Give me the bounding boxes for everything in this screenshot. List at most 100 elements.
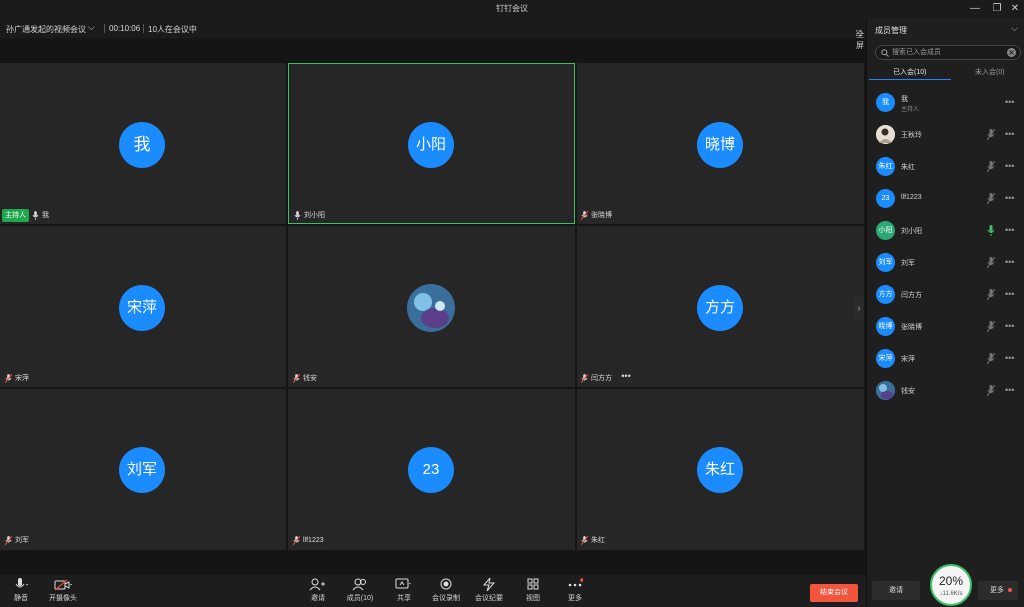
member-name: 王秋玲 (901, 132, 922, 139)
member-more-button[interactable]: ••• (1005, 353, 1014, 363)
view-label: 视图 (526, 595, 540, 602)
video-tile[interactable]: 我 主持人 我 (0, 63, 286, 224)
tile-more-button[interactable]: ••• (619, 372, 633, 385)
mic-icon (15, 578, 28, 588)
participant-name: 钱安 (303, 375, 317, 382)
meeting-title[interactable]: 孙广通发起的视频会议 (6, 24, 86, 35)
name-tag: 刘军 (2, 534, 32, 547)
search-input[interactable] (892, 47, 1004, 58)
network-status: 20% ↓11.6K/s (930, 564, 972, 606)
member-more-button[interactable]: ••• (1005, 129, 1014, 139)
members-label: 成员(10) (346, 595, 374, 602)
mic-muted-icon (987, 289, 995, 300)
chevron-down-icon[interactable]: ⌵ (88, 22, 95, 33)
video-tile[interactable]: 晓博 张晓博 (577, 63, 864, 224)
avatar: 晓博 (697, 122, 743, 168)
member-more-button[interactable]: ••• (1005, 289, 1014, 299)
network-percent: 20% (938, 574, 964, 588)
participant-name: 朱红 (591, 537, 605, 544)
member-more-button[interactable]: ••• (1005, 225, 1014, 235)
name-tag: 钱安 (290, 372, 320, 385)
member-row[interactable]: 钱安 ••• (867, 376, 1024, 406)
avatar-photo (407, 284, 455, 332)
avatar: 方方 (697, 285, 743, 331)
more-icon (568, 578, 583, 587)
video-tile[interactable]: 23 llf1223 (288, 389, 575, 550)
more-button[interactable]: 更多 (565, 578, 585, 603)
member-row[interactable]: 王秋玲 ••• (867, 120, 1024, 150)
record-button[interactable]: 会议录制 (432, 578, 460, 603)
member-row[interactable]: 宋萍 宋萍 ••• (867, 344, 1024, 374)
chevron-right-icon[interactable]: › (854, 296, 864, 320)
camera-button[interactable]: 开摄像头 (48, 578, 78, 603)
avatar: 23 (876, 189, 895, 208)
member-more-button[interactable]: ••• (1005, 321, 1014, 331)
avatar: 宋萍 (119, 285, 165, 331)
name-tag: 张晓博 (578, 209, 615, 222)
tab-joined[interactable]: 已入会(10) (893, 67, 926, 77)
member-more-button[interactable]: ••• (1005, 97, 1014, 107)
share-button[interactable]: 共享 (394, 578, 414, 603)
camera-off-icon (54, 579, 72, 591)
chevron-down-icon[interactable]: ⌵ (1011, 23, 1018, 34)
panel-more-button[interactable]: 更多 (978, 581, 1018, 600)
minimize-icon[interactable]: — (968, 2, 982, 16)
video-tile[interactable]: 钱安 (288, 226, 575, 387)
restore-icon[interactable]: ❐ (990, 2, 1004, 16)
invite-button[interactable]: 邀请 (306, 578, 330, 603)
meeting-duration: 00:10:06 (109, 24, 141, 33)
end-meeting-button[interactable]: 结束会议 (810, 584, 858, 602)
name-tag: 闫方方 (578, 372, 615, 385)
participant-name: llf1223 (303, 537, 324, 544)
mic-muted-icon (987, 193, 995, 204)
members-button[interactable]: 成员(10) (344, 578, 376, 603)
member-row[interactable]: 小阳 刘小阳 ••• (867, 216, 1024, 246)
video-tile-active-speaker[interactable]: 小阳 刘小阳 (288, 63, 575, 224)
video-tile[interactable]: 方方 闫方方 ••• (577, 226, 864, 387)
avatar: 我 (119, 122, 165, 168)
member-name: 朱红 (901, 164, 915, 171)
mic-muted-icon (987, 129, 995, 140)
minutes-button[interactable]: 会议纪要 (475, 578, 503, 603)
member-row[interactable]: 23 llf1223 ••• (867, 184, 1024, 214)
more-label: 更多 (568, 595, 582, 602)
video-tile[interactable]: 刘军 刘军 (0, 389, 286, 550)
member-row[interactable]: 晓博 张晓博 ••• (867, 312, 1024, 342)
panel-invite-button[interactable]: 邀请 (872, 581, 920, 600)
avatar: 朱红 (876, 157, 895, 176)
mic-muted-icon (581, 536, 588, 545)
mute-label: 静音 (14, 595, 28, 602)
mic-muted-icon (293, 374, 300, 383)
tab-not-joined[interactable]: 未入会(0) (975, 67, 1005, 77)
video-tile[interactable]: 朱红 朱红 (577, 389, 864, 550)
member-more-button[interactable]: ••• (1005, 193, 1014, 203)
close-icon[interactable]: ✕ (1008, 2, 1022, 16)
member-role: 主持人 (901, 107, 920, 113)
panel-title: 成员管理 (875, 26, 907, 35)
member-more-button[interactable]: ••• (1005, 385, 1014, 395)
member-more-button[interactable]: ••• (1005, 257, 1014, 267)
clear-icon (1007, 48, 1016, 57)
video-tile[interactable]: 宋萍 宋萍 (0, 226, 286, 387)
avatar: 方方 (876, 285, 895, 304)
member-row[interactable]: 方方 闫方方 ••• (867, 280, 1024, 310)
notification-dot (1008, 588, 1012, 592)
member-row[interactable]: 刘军 刘军 ••• (867, 248, 1024, 278)
attendance-count: 10人在会议中 (148, 25, 197, 34)
member-more-button[interactable]: ••• (1005, 161, 1014, 171)
member-name: 张晓博 (901, 324, 922, 331)
name-tag: 宋萍 (2, 372, 32, 385)
member-search[interactable] (875, 45, 1021, 60)
mic-icon (32, 211, 39, 220)
mic-active-icon (987, 225, 995, 236)
member-row[interactable]: 我 我 主持人 ••• (867, 88, 1024, 118)
name-tag: 我 (29, 209, 52, 222)
member-name: 刘小阳 (901, 228, 922, 235)
member-name: 我 (901, 96, 908, 103)
minutes-label: 会议纪要 (475, 595, 503, 602)
member-row[interactable]: 朱红 朱红 ••• (867, 152, 1024, 182)
view-button[interactable]: 视图 (523, 578, 543, 603)
mic-muted-icon (987, 385, 995, 396)
record-label: 会议录制 (432, 595, 460, 602)
mute-button[interactable]: 静音 (8, 578, 34, 603)
